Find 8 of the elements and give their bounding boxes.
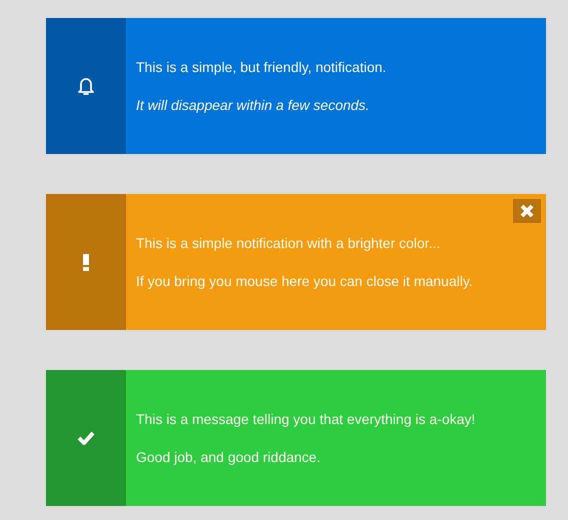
notification-text: This is a message telling you that everything is a-okay!	[136, 410, 476, 429]
notification-text: This is a simple notification with a brighter color...	[136, 234, 442, 253]
notification-text: It will disappear within a few seconds.	[136, 96, 370, 115]
notification-text: This is a simple, but friendly, notification.	[136, 58, 386, 77]
notification-text: If you bring you mouse here you can close it manually.	[136, 272, 473, 291]
notification-text: Good job, and good riddance.	[136, 448, 322, 467]
close-button[interactable]	[513, 199, 541, 223]
close-icon	[520, 204, 534, 218]
